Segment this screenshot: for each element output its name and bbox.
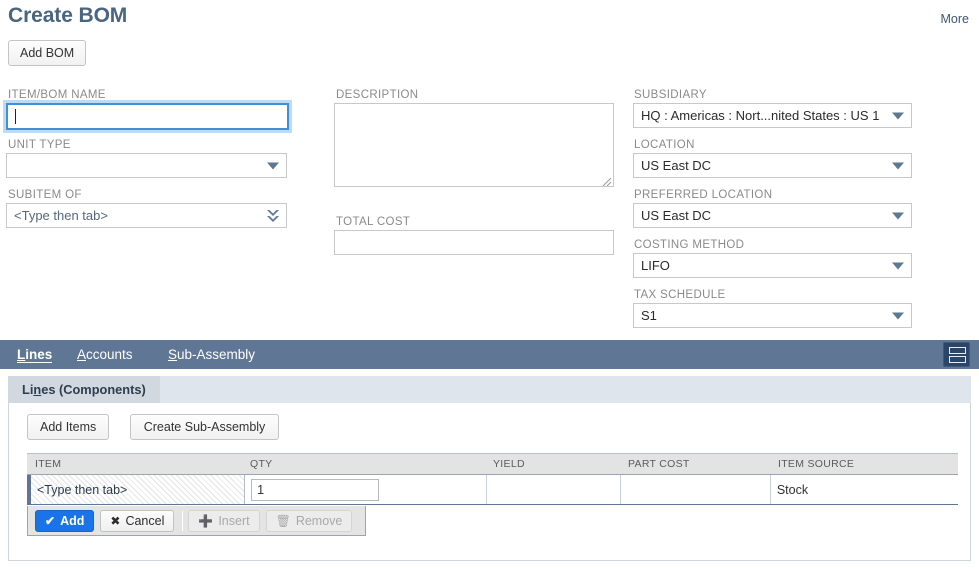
cell-qty[interactable]: 1 bbox=[245, 475, 488, 504]
location-label: LOCATION bbox=[634, 139, 695, 151]
description-label: DESCRIPTION bbox=[336, 89, 419, 101]
qty-input[interactable]: 1 bbox=[251, 478, 380, 501]
location-value: US East DC bbox=[641, 158, 712, 173]
subsidiary-select[interactable]: HQ : Americas : Nort...nited States : US… bbox=[633, 103, 912, 128]
main-tab-strip: Lines Accounts Sub-Assembly bbox=[0, 340, 979, 377]
subtab-lines-components-post: es (Components) bbox=[41, 382, 146, 397]
tax-schedule-select[interactable]: S1 bbox=[633, 303, 912, 328]
chevron-down-icon bbox=[892, 162, 904, 169]
preferred-location-label: PREFERRED LOCATION bbox=[634, 189, 773, 201]
insert-row-button: ➕ Insert bbox=[188, 509, 260, 532]
column-header-qty[interactable]: QTY bbox=[242, 454, 485, 474]
check-icon: ✔ bbox=[45, 513, 56, 528]
subitem-of-value: <Type then tab> bbox=[14, 208, 108, 223]
total-cost-label: TOTAL COST bbox=[336, 216, 411, 228]
column-header-yield[interactable]: YIELD bbox=[485, 454, 620, 474]
subtab-lines-components[interactable]: Li n es (Components) bbox=[8, 376, 160, 403]
costing-method-select[interactable]: LIFO bbox=[633, 253, 912, 278]
lines-grid: ITEM QTY YIELD PART COST ITEM SOURCE <Ty… bbox=[27, 453, 958, 505]
subtab-lines-components-accel: n bbox=[33, 382, 42, 397]
cell-item[interactable]: <Type then tab> bbox=[31, 475, 246, 504]
subitem-of-label: SUBITEM OF bbox=[8, 189, 82, 201]
button-divider bbox=[182, 510, 184, 531]
create-bom-page: Create BOM More Add BOM ITEM/BOM NAME UN… bbox=[0, 0, 979, 568]
tab-accounts-accel: A bbox=[77, 347, 87, 362]
row-action-bar: ✔ Add ✖ Cancel ➕ Insert 🗑 Remove bbox=[27, 506, 367, 536]
tab-sub-assembly[interactable]: Sub-Assembly bbox=[168, 347, 255, 365]
column-header-part-cost[interactable]: PART COST bbox=[620, 454, 770, 474]
add-row-button[interactable]: ✔ Add bbox=[35, 509, 95, 532]
location-select[interactable]: US East DC bbox=[633, 153, 912, 178]
tab-sub-assembly-accel: S bbox=[168, 347, 178, 362]
tab-lines-accel: L bbox=[17, 347, 26, 362]
plus-icon: ➕ bbox=[198, 513, 214, 528]
remove-row-label: Remove bbox=[295, 513, 343, 528]
cancel-row-label: Cancel bbox=[125, 513, 165, 528]
bom-form: ITEM/BOM NAME UNIT TYPE SUBITEM OF <Type… bbox=[0, 80, 979, 335]
remove-row-button: 🗑 Remove bbox=[265, 509, 353, 532]
column-header-item[interactable]: ITEM bbox=[27, 454, 242, 474]
page-title: Create BOM bbox=[8, 4, 128, 27]
tab-lines[interactable]: Lines bbox=[17, 347, 53, 365]
subtab-lines-components-pre: Li bbox=[22, 382, 34, 397]
create-sub-assembly-button[interactable]: Create Sub-Assembly bbox=[129, 414, 280, 440]
page-header: Create BOM More bbox=[0, 0, 979, 38]
costing-method-label: COSTING METHOD bbox=[634, 239, 745, 251]
sublist-tab-bar: Li n es (Components) bbox=[8, 376, 971, 403]
total-cost-input[interactable] bbox=[334, 230, 614, 255]
cell-part-cost[interactable] bbox=[621, 475, 771, 504]
preferred-location-select[interactable]: US East DC bbox=[633, 203, 912, 228]
description-textarea[interactable] bbox=[334, 103, 614, 187]
chevron-down-icon bbox=[267, 162, 279, 169]
cell-item-source[interactable]: Stock bbox=[770, 475, 958, 504]
text-caret bbox=[15, 109, 16, 124]
lines-sublist: Li n es (Components) Add Items Create Sub-… bbox=[0, 369, 979, 568]
item-bom-name-input[interactable] bbox=[6, 103, 289, 130]
more-link[interactable]: More bbox=[941, 12, 969, 26]
tab-accounts[interactable]: Accounts bbox=[77, 347, 133, 365]
x-icon: ✖ bbox=[110, 513, 121, 528]
sublist-button-row: Add Items Create Sub-Assembly bbox=[27, 414, 280, 440]
tab-accounts-label: ccounts bbox=[86, 347, 133, 362]
tab-lines-label: ines bbox=[25, 347, 53, 362]
grid-header-row: ITEM QTY YIELD PART COST ITEM SOURCE bbox=[27, 453, 958, 475]
subsidiary-label: SUBSIDIARY bbox=[634, 89, 707, 101]
tab-sub-assembly-label: ub-Assembly bbox=[177, 347, 256, 362]
unit-type-select[interactable] bbox=[6, 153, 287, 178]
add-bom-button[interactable]: Add BOM bbox=[8, 40, 87, 66]
subsidiary-value: HQ : Americas : Nort...nited States : US… bbox=[641, 108, 880, 123]
double-chevron-down-icon bbox=[266, 208, 280, 224]
tax-schedule-value: S1 bbox=[641, 308, 657, 323]
add-items-button[interactable]: Add Items bbox=[27, 414, 110, 440]
chevron-down-icon bbox=[892, 112, 904, 119]
cancel-row-button[interactable]: ✖ Cancel bbox=[100, 509, 175, 532]
column-header-item-source[interactable]: ITEM SOURCE bbox=[770, 454, 958, 474]
insert-row-label: Insert bbox=[218, 513, 250, 528]
subitem-of-input[interactable]: <Type then tab> bbox=[6, 203, 287, 228]
chevron-down-icon bbox=[892, 312, 904, 319]
tax-schedule-label: TAX SCHEDULE bbox=[634, 289, 726, 301]
add-row-label: Add bbox=[60, 513, 85, 528]
preferred-location-value: US East DC bbox=[641, 208, 712, 223]
table-row[interactable]: <Type then tab> 1 Stock bbox=[27, 475, 958, 505]
chevron-down-icon bbox=[892, 212, 904, 219]
resize-handle-icon[interactable] bbox=[602, 175, 612, 186]
trash-icon: 🗑 bbox=[275, 513, 291, 528]
sublist-body: Add Items Create Sub-Assembly ITEM QTY Y… bbox=[8, 403, 971, 561]
costing-method-value: LIFO bbox=[641, 258, 670, 273]
item-bom-name-label: ITEM/BOM NAME bbox=[8, 89, 106, 101]
chevron-down-icon bbox=[892, 262, 904, 269]
cell-item-value: <Type then tab> bbox=[37, 482, 128, 497]
unit-type-label: UNIT TYPE bbox=[8, 139, 71, 151]
cell-item-source-value: Stock bbox=[776, 482, 809, 497]
list-view-icon[interactable] bbox=[943, 342, 970, 367]
cell-yield[interactable] bbox=[487, 475, 622, 504]
